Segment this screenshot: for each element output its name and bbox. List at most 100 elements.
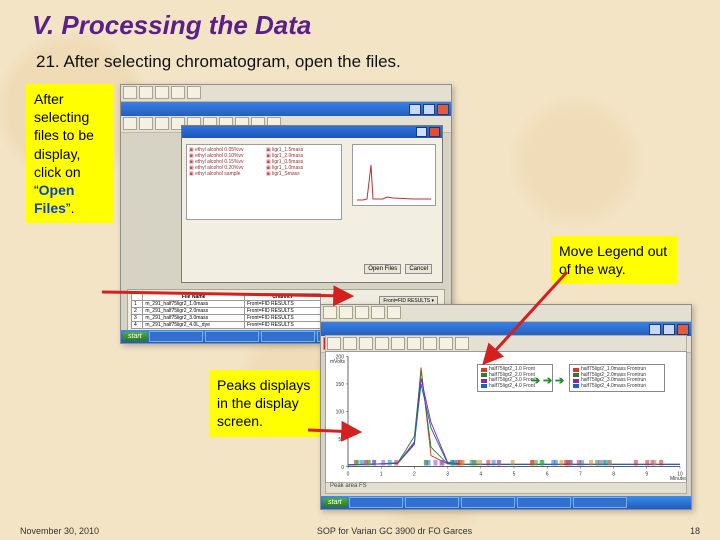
page-footer: November 30, 2010 SOP for Varian GC 3900… bbox=[0, 526, 720, 536]
app-titlebar bbox=[321, 322, 691, 336]
windows-taskbar: start bbox=[321, 496, 691, 509]
close-icon[interactable] bbox=[437, 104, 449, 115]
file-list-item[interactable]: ethyl alcohol sample bbox=[189, 171, 262, 177]
file-list-item[interactable]: ligr1_Smass bbox=[266, 171, 339, 177]
minimize-icon[interactable] bbox=[649, 324, 661, 335]
legend-swatch-icon bbox=[481, 384, 487, 388]
toolbar-icon[interactable] bbox=[171, 86, 185, 99]
toolbar-icon[interactable] bbox=[155, 86, 169, 99]
svg-text:2: 2 bbox=[413, 471, 416, 477]
toolbar-icon[interactable] bbox=[439, 337, 453, 350]
legend-swatch-icon bbox=[481, 373, 487, 377]
reset-icon[interactable] bbox=[375, 337, 389, 350]
taskbar-item[interactable] bbox=[405, 497, 459, 508]
taskbar-item[interactable] bbox=[261, 331, 315, 342]
toolbar-icon[interactable] bbox=[123, 117, 137, 130]
toolbar-icon[interactable] bbox=[371, 306, 385, 319]
svg-text:150: 150 bbox=[336, 382, 344, 388]
screenshot-chromatogram: 050100150200012345678910MinutesmVolts ha… bbox=[320, 304, 692, 510]
table-header bbox=[132, 294, 143, 301]
zoom-in-icon[interactable] bbox=[327, 337, 341, 350]
footer-date: November 30, 2010 bbox=[20, 526, 99, 536]
legend-box[interactable]: half75ligr2_1.0mass Frontrunhalf75ligr2_… bbox=[569, 364, 665, 392]
svg-text:9: 9 bbox=[645, 471, 648, 477]
legend-item[interactable]: half75ligr2_4.0mass Frontrun bbox=[573, 384, 661, 390]
callout-move-legend: Move Legend out of the way. bbox=[551, 236, 677, 284]
taskbar-item[interactable] bbox=[461, 497, 515, 508]
svg-text:6: 6 bbox=[546, 471, 549, 477]
svg-text:7: 7 bbox=[579, 471, 582, 477]
svg-text:0: 0 bbox=[347, 471, 350, 477]
toolbar-icon[interactable] bbox=[187, 86, 201, 99]
close-icon[interactable] bbox=[429, 127, 440, 137]
open-multiple-files-dialog: ethyl alcohol 0.05%vvethyl alcohol 0.10%… bbox=[181, 125, 443, 283]
toolbar-icon[interactable] bbox=[155, 117, 169, 130]
app-toolbar bbox=[121, 85, 451, 102]
footer-pagenum: 18 bbox=[690, 526, 700, 536]
app-titlebar bbox=[121, 102, 451, 116]
taskbar-item[interactable] bbox=[205, 331, 259, 342]
legend-swatch-icon bbox=[573, 384, 579, 388]
help-icon[interactable] bbox=[416, 127, 427, 137]
svg-text:5: 5 bbox=[513, 471, 516, 477]
toolbar-icon[interactable] bbox=[391, 337, 405, 350]
legend-swatch-icon bbox=[573, 368, 579, 372]
toolbar-icon[interactable] bbox=[423, 337, 437, 350]
start-button[interactable]: start bbox=[323, 498, 347, 507]
toolbar-icon[interactable] bbox=[355, 306, 369, 319]
toolbar-icon[interactable] bbox=[407, 337, 421, 350]
legend-item[interactable]: half75ligr2_4.0 Front bbox=[481, 384, 549, 390]
svg-text:1: 1 bbox=[380, 471, 383, 477]
table-row[interactable]: 2m_291_half75ligr2_2.0massFront=FID RESU… bbox=[132, 308, 321, 315]
toolbar-icon[interactable] bbox=[339, 306, 353, 319]
page-title: V. Processing the Data bbox=[32, 10, 311, 41]
pan-icon[interactable] bbox=[359, 337, 373, 350]
svg-text:3: 3 bbox=[446, 471, 449, 477]
selected-files-table: File NameChannel1m_291_half75ligr2_1.0ma… bbox=[131, 293, 321, 329]
dialog-titlebar bbox=[182, 126, 442, 138]
file-list[interactable]: ethyl alcohol 0.05%vvethyl alcohol 0.10%… bbox=[186, 144, 342, 220]
svg-text:8: 8 bbox=[612, 471, 615, 477]
step-line: 21. After selecting chromatogram, open t… bbox=[36, 52, 401, 72]
taskbar-item[interactable] bbox=[517, 497, 571, 508]
taskbar-item[interactable] bbox=[349, 497, 403, 508]
zoom-out-icon[interactable] bbox=[343, 337, 357, 350]
start-button[interactable]: start bbox=[123, 332, 147, 341]
toolbar-icon[interactable] bbox=[139, 117, 153, 130]
svg-text:50: 50 bbox=[338, 437, 344, 443]
legend-label: half75ligr2_4.0 Front bbox=[489, 384, 535, 390]
maximize-icon[interactable] bbox=[663, 324, 675, 335]
callout-peaks-display: Peaks displays in the display screen. bbox=[209, 370, 321, 437]
table-row[interactable]: 4m_291_half75ligr2_4.0L_dyeFront=FID RES… bbox=[132, 322, 321, 329]
svg-text:0: 0 bbox=[341, 465, 344, 471]
callout-open-files: After selecting files to be display, cli… bbox=[26, 84, 114, 223]
legend-label: half75ligr2_4.0mass Frontrun bbox=[581, 384, 646, 390]
footer-title: SOP for Varian GC 3900 dr FO Garces bbox=[317, 526, 472, 536]
legend-box[interactable]: half75ligr2_1.0 Fronthalf75ligr2_2.0 Fro… bbox=[477, 364, 553, 392]
open-files-button[interactable]: Open Files bbox=[364, 264, 401, 274]
toolbar-icon[interactable] bbox=[387, 306, 401, 319]
maximize-icon[interactable] bbox=[423, 104, 435, 115]
table-row[interactable]: 1m_291_half75ligr2_1.0massFront=FID RESU… bbox=[132, 301, 321, 308]
close-icon[interactable] bbox=[677, 324, 689, 335]
legend-swatch-icon bbox=[573, 373, 579, 377]
status-bar: Peak area FS bbox=[325, 482, 687, 494]
table-header: File Name bbox=[143, 294, 245, 301]
step-number: 21. bbox=[36, 52, 60, 71]
toolbar-icon[interactable] bbox=[123, 86, 137, 99]
svg-text:100: 100 bbox=[336, 410, 344, 416]
toolbar-icon[interactable] bbox=[139, 86, 153, 99]
toolbar-icon[interactable] bbox=[455, 337, 469, 350]
legend-swatch-icon bbox=[481, 368, 487, 372]
toolbar-icon[interactable] bbox=[323, 306, 337, 319]
legend-swatch-icon bbox=[481, 379, 487, 383]
minimize-icon[interactable] bbox=[409, 104, 421, 115]
legend-swatch-icon bbox=[573, 379, 579, 383]
table-row[interactable]: 3m_291_half75ligr2_3.0massFront=FID RESU… bbox=[132, 315, 321, 322]
cancel-button[interactable]: Cancel bbox=[405, 264, 432, 274]
table-header: Channel bbox=[244, 294, 320, 301]
svg-text:4: 4 bbox=[479, 471, 482, 477]
taskbar-item[interactable] bbox=[573, 497, 627, 508]
svg-text:Minutes: Minutes bbox=[670, 476, 686, 482]
taskbar-item[interactable] bbox=[149, 331, 203, 342]
